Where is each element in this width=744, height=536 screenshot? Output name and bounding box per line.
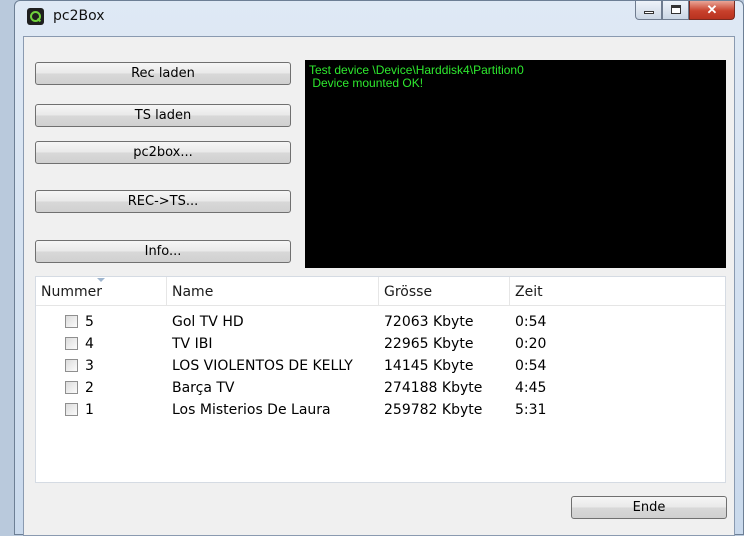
close-button[interactable]: ✕	[689, 1, 735, 20]
cell-groesse: 22965 Kbyte	[384, 336, 474, 352]
cell-nummer: 1	[85, 402, 94, 418]
cell-zeit: 0:20	[515, 336, 547, 352]
row-checkbox[interactable]	[65, 315, 78, 328]
table-row[interactable]: 5 Gol TV HD 72063 Kbyte 0:54	[36, 311, 725, 333]
cell-groesse: 14145 Kbyte	[384, 358, 474, 374]
row-checkbox[interactable]	[65, 359, 78, 372]
table-row[interactable]: 4 TV IBI 22965 Kbyte 0:20	[36, 333, 725, 355]
cell-groesse: 274188 Kbyte	[384, 380, 483, 396]
cell-nummer: 3	[85, 358, 94, 374]
table-row[interactable]: 1 Los Misterios De Laura 259782 Kbyte 5:…	[36, 399, 725, 421]
close-icon: ✕	[706, 2, 718, 17]
table-row[interactable]: 3 LOS VIOLENTOS DE KELLY 14145 Kbyte 0:5…	[36, 355, 725, 377]
app-window: pc2Box ✕ Rec laden TS laden pc2box... RE…	[14, 0, 744, 536]
maximize-icon	[671, 5, 681, 14]
list-header: Nummer Name Grösse Zeit	[36, 277, 725, 306]
column-header-name[interactable]: Name	[167, 277, 379, 305]
cell-zeit: 0:54	[515, 358, 547, 374]
cell-nummer: 4	[85, 336, 94, 352]
sort-indicator-icon	[97, 278, 105, 282]
cell-name: Barça TV	[172, 380, 235, 396]
rec-laden-button[interactable]: Rec laden	[35, 62, 291, 85]
cell-nummer: 5	[85, 314, 94, 330]
log-line: Device mounted OK!	[309, 76, 424, 90]
title-bar[interactable]: pc2Box ✕	[15, 1, 743, 37]
recordings-list[interactable]: Nummer Name Grösse Zeit 5 Gol TV HD 7206…	[35, 276, 726, 483]
cell-groesse: 259782 Kbyte	[384, 402, 483, 418]
cell-name: TV IBI	[172, 336, 213, 352]
ende-button[interactable]: Ende	[571, 496, 727, 519]
cell-groesse: 72063 Kbyte	[384, 314, 474, 330]
cell-name: Gol TV HD	[172, 314, 244, 330]
client-area: Rec laden TS laden pc2box... REC->TS... …	[23, 36, 735, 536]
cell-name: LOS VIOLENTOS DE KELLY	[172, 358, 353, 374]
column-header-zeit[interactable]: Zeit	[510, 277, 727, 305]
row-checkbox[interactable]	[65, 381, 78, 394]
minimize-icon	[644, 11, 654, 14]
cell-name: Los Misterios De Laura	[172, 402, 331, 418]
maximize-button[interactable]	[662, 1, 689, 20]
table-row[interactable]: 2 Barça TV 274188 Kbyte 4:45	[36, 377, 725, 399]
cell-nummer: 2	[85, 380, 94, 396]
cell-zeit: 5:31	[515, 402, 547, 418]
cell-zeit: 0:54	[515, 314, 547, 330]
minimize-button[interactable]	[635, 1, 662, 20]
app-logo-icon	[27, 8, 44, 25]
cell-zeit: 4:45	[515, 380, 547, 396]
column-header-nummer[interactable]: Nummer	[36, 277, 167, 305]
window-controls: ✕	[635, 1, 735, 21]
window-title: pc2Box	[53, 8, 105, 24]
rec-to-ts-button[interactable]: REC->TS...	[35, 190, 291, 213]
ts-laden-button[interactable]: TS laden	[35, 104, 291, 127]
column-header-groesse[interactable]: Grösse	[379, 277, 510, 305]
row-checkbox[interactable]	[65, 337, 78, 350]
log-console: Test device \Device\Harddisk4\Partition0…	[305, 60, 726, 268]
info-button[interactable]: Info...	[35, 240, 291, 263]
row-checkbox[interactable]	[65, 403, 78, 416]
pc2box-button[interactable]: pc2box...	[35, 141, 291, 164]
